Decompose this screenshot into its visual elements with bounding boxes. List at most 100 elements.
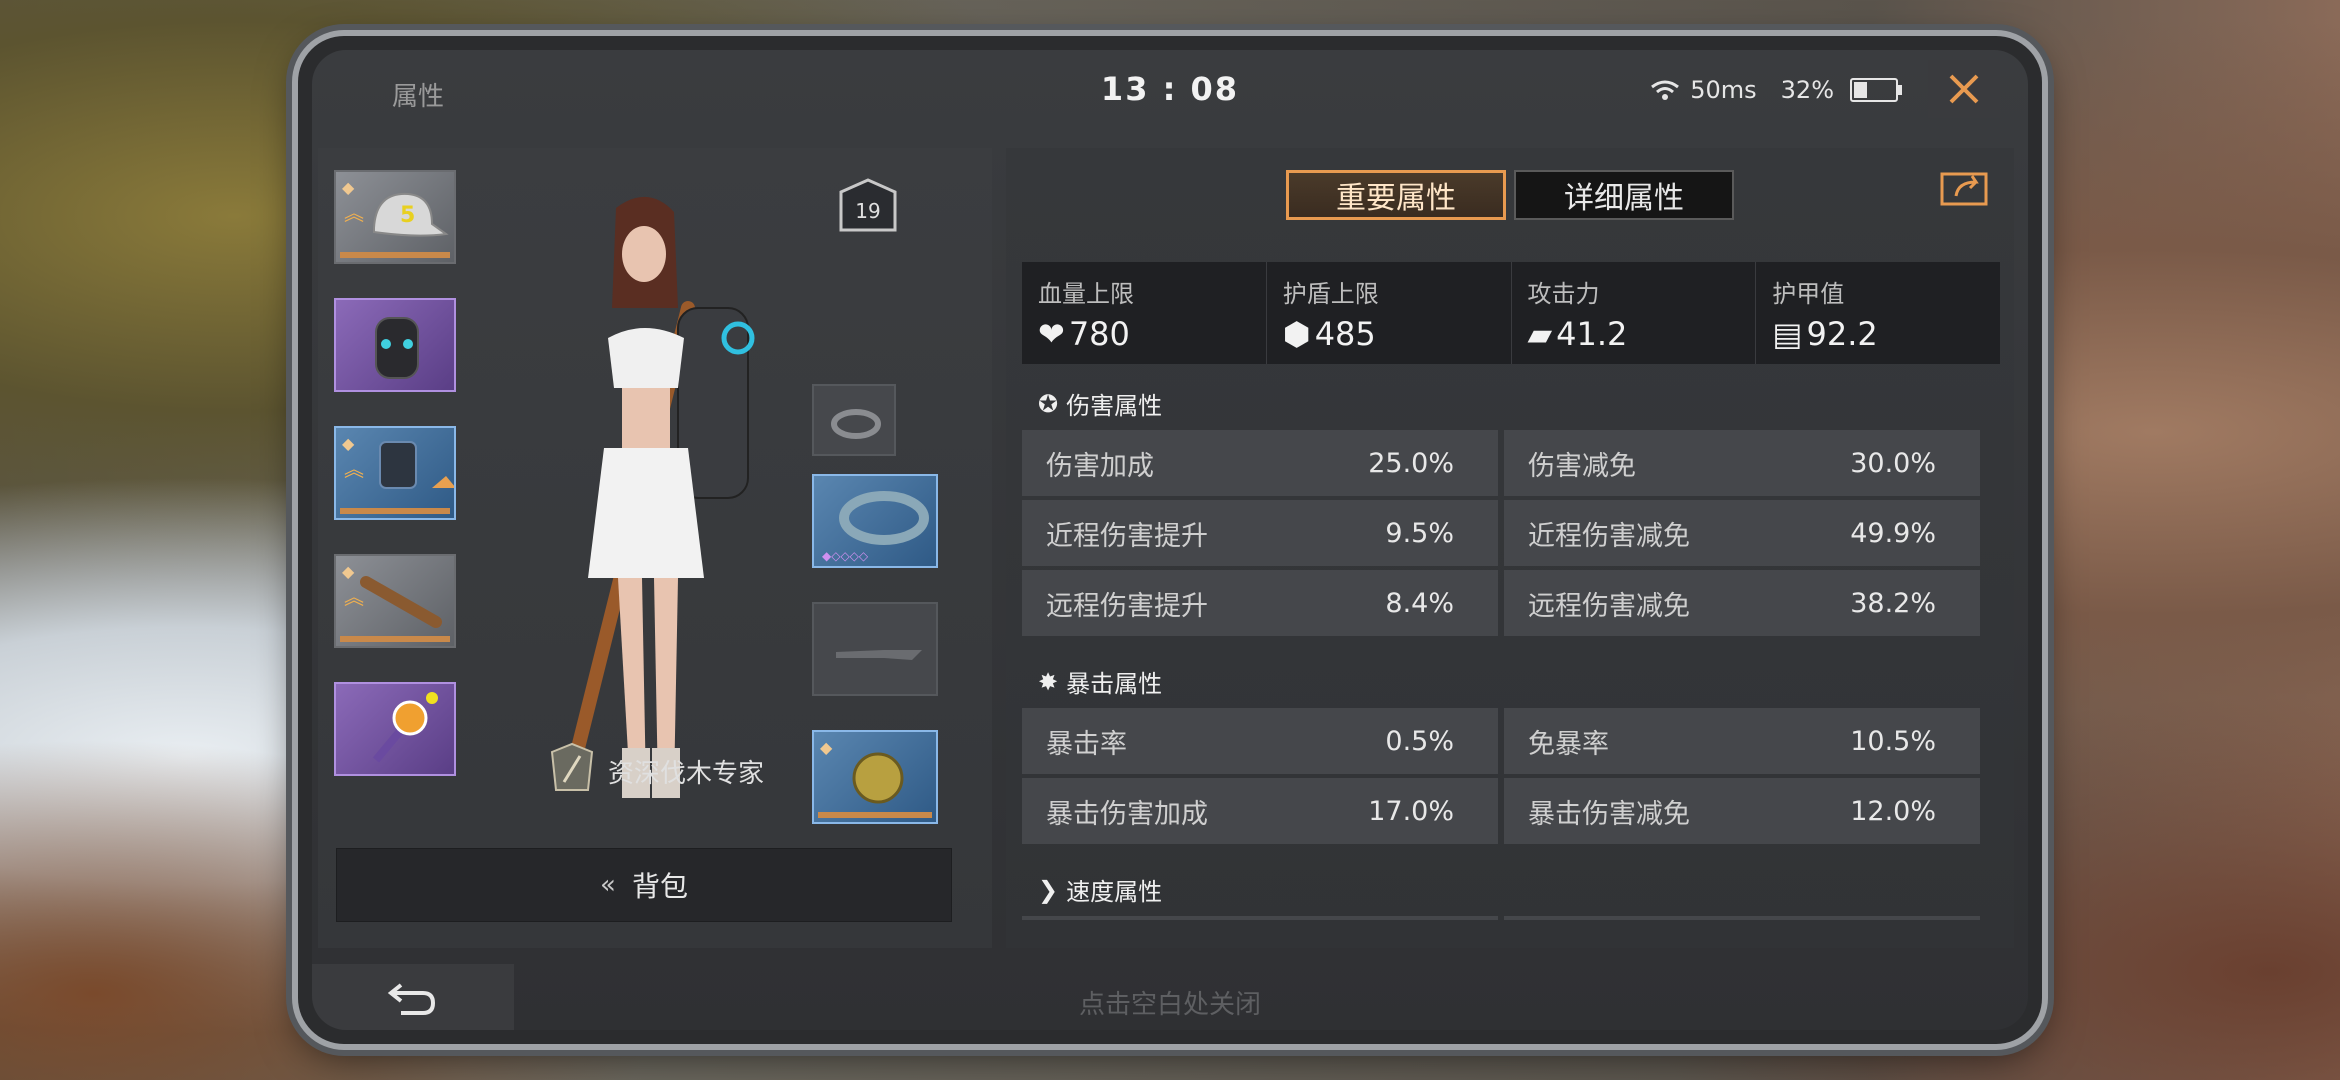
baseball-bat-icon: [360, 576, 442, 628]
slot-bracelet[interactable]: ◆◇◇◇◇: [812, 474, 938, 568]
baseball-cap-icon: 5: [373, 192, 449, 237]
stat-row: 近程伤害减免 49.9%: [1504, 500, 1980, 566]
stat-label: 远程伤害减免: [1528, 590, 1690, 622]
battery-icon: [1850, 78, 1902, 102]
level-number: 19: [855, 199, 880, 223]
pet-helmet-icon: [852, 752, 904, 804]
stat-value: 17.0%: [1368, 795, 1454, 827]
stat-value: 49.9%: [1850, 517, 1936, 549]
close-hint: 点击空白处关闭: [1078, 990, 1261, 1020]
summary-value: 780: [1068, 315, 1130, 353]
stat-row: 暴击率 0.5%: [1022, 708, 1498, 774]
stat-value: 9.5%: [1385, 517, 1454, 549]
bag-button[interactable]: « 背包: [336, 848, 952, 922]
top-bar: 属性 13 : 08 50ms 32%: [312, 50, 2028, 130]
ring-icon: [831, 409, 881, 439]
summary-armor: 护甲值 ▤ 92.2: [1756, 262, 2000, 364]
summary-value: 485: [1314, 315, 1376, 353]
section-title: 速度属性: [1066, 878, 1163, 906]
stat-label: 伤害加成: [1046, 450, 1154, 482]
share-icon[interactable]: [1938, 168, 1994, 208]
tab-detailed[interactable]: 详细属性: [1514, 170, 1734, 220]
svg-text:◆◇◇◇◇: ◆◇◇◇◇: [822, 549, 869, 563]
stat-label: 暴击率: [1046, 728, 1127, 760]
slot-armor[interactable]: ◆ ︽: [334, 426, 456, 520]
stat-row: 伤害加成 25.0%: [1022, 430, 1498, 496]
armor-vest-icon: [379, 441, 454, 489]
close-icon: [1949, 74, 1979, 104]
slot-bat[interactable]: ◆ ︽: [334, 554, 456, 648]
stat-label: 暴击伤害加成: [1046, 798, 1208, 830]
player-title: 资深伐木专家: [608, 759, 765, 789]
speed-icon: ❯: [1038, 875, 1059, 904]
durability-bar: [818, 812, 932, 818]
slot-backpack[interactable]: [334, 298, 456, 392]
crit-icon: ✸: [1038, 667, 1059, 696]
gun-icon: ▰: [1527, 315, 1553, 353]
battery-text: 32%: [1780, 76, 1834, 104]
summary-stats: 血量上限 ❤ 780 护盾上限 ⬢ 485 攻击力 ▰ 41.2 护甲值 ▤ 92.2: [1022, 262, 2000, 364]
summary-label: 护盾上限: [1282, 280, 1379, 308]
title-badge-icon: [550, 742, 594, 791]
window-screen: 属性 13 : 08 50ms 32% ◆ ︽ 5 ◆ ︽ ◆ ︽ 19 ◆◇◇…: [312, 50, 2028, 1030]
summary-shield: 护盾上限 ⬢ 485: [1267, 262, 1512, 364]
slot-cap[interactable]: ◆ ︽ 5: [334, 170, 456, 264]
summary-attack: 攻击力 ▰ 41.2: [1512, 262, 1757, 364]
slot-candy-weapon[interactable]: [334, 682, 456, 776]
damage-icon: ✪: [1038, 389, 1059, 418]
stat-value: 8.4%: [1385, 587, 1454, 619]
slot-ring[interactable]: [812, 384, 896, 456]
stat-row: 远程伤害提升 8.4%: [1022, 570, 1498, 636]
summary-value: 41.2: [1556, 315, 1628, 353]
slot-pet[interactable]: ◆: [812, 730, 938, 824]
level-badge-icon: 19: [839, 178, 897, 232]
stat-value: 0.5%: [1385, 725, 1454, 757]
stat-value: 30.0%: [1850, 447, 1936, 479]
section-title: 伤害属性: [1066, 392, 1163, 420]
heart-icon: ❤: [1038, 315, 1065, 353]
lollipop-icon: [372, 692, 438, 763]
stat-row: 免暴率 10.5%: [1504, 708, 1980, 774]
section-speed: ❯ 速度属性: [1038, 872, 1162, 907]
stat-row: 远程伤害减免 38.2%: [1504, 570, 1980, 636]
stat-row: 暴击伤害减免 12.0%: [1504, 778, 1980, 844]
stat-value: 25.0%: [1368, 447, 1454, 479]
stat-label: 近程伤害提升: [1046, 520, 1208, 552]
durability-bar: [340, 252, 450, 258]
durability-bar: [340, 508, 450, 514]
stat-row: 伤害减免 30.0%: [1504, 430, 1980, 496]
status-area: 50ms 32%: [1650, 76, 1902, 104]
section-title: 暴击属性: [1066, 670, 1163, 698]
wifi-icon: [1651, 80, 1680, 100]
section-damage: ✪ 伤害属性: [1038, 386, 1162, 421]
stat-value: 10.5%: [1850, 725, 1936, 757]
bag-button-label: 背包: [631, 870, 688, 903]
stat-label: 伤害减免: [1528, 450, 1636, 482]
stat-row-partial: [1504, 916, 1980, 920]
knife-icon: [836, 650, 922, 660]
stat-value: 38.2%: [1850, 587, 1936, 619]
stat-row-partial: [1022, 916, 1498, 920]
equipment-panel: ◆ ︽ 5 ◆ ︽ ◆ ︽ 19 ◆◇◇◇◇ ◆ 资深伐木专家 « 背包: [318, 148, 992, 948]
bracelet-icon: ◆◇◇◇◇: [822, 491, 929, 563]
stat-label: 远程伤害提升: [1046, 590, 1208, 622]
stat-row: 暴击伤害加成 17.0%: [1022, 778, 1498, 844]
close-button[interactable]: [1928, 60, 2000, 118]
stat-label: 暴击伤害减免: [1528, 798, 1690, 830]
stat-label: 免暴率: [1528, 728, 1609, 760]
stat-value: 12.0%: [1850, 795, 1936, 827]
stat-tabs: 重要属性 详细属性: [1286, 170, 1734, 220]
shield-icon: ⬢: [1282, 315, 1311, 353]
stats-panel: 重要属性 详细属性 血量上限 ❤ 780 护盾上限 ⬢ 485 攻击力 ▰ 41.2: [1006, 148, 2014, 948]
stat-label: 近程伤害减免: [1528, 520, 1690, 552]
stat-row: 近程伤害提升 9.5%: [1022, 500, 1498, 566]
backpack-icon: [375, 317, 419, 379]
armor-icon: ▤: [1772, 315, 1803, 353]
tab-important[interactable]: 重要属性: [1286, 170, 1506, 220]
summary-label: 护甲值: [1772, 280, 1845, 308]
attribute-window: 属性 13 : 08 50ms 32% ◆ ︽ 5 ◆ ︽ ◆ ︽ 19 ◆◇◇…: [298, 36, 2042, 1044]
summary-label: 血量上限: [1038, 280, 1134, 308]
slot-knife[interactable]: [812, 602, 938, 696]
durability-bar: [340, 636, 450, 642]
double-chevron-left-icon: «: [600, 870, 616, 900]
